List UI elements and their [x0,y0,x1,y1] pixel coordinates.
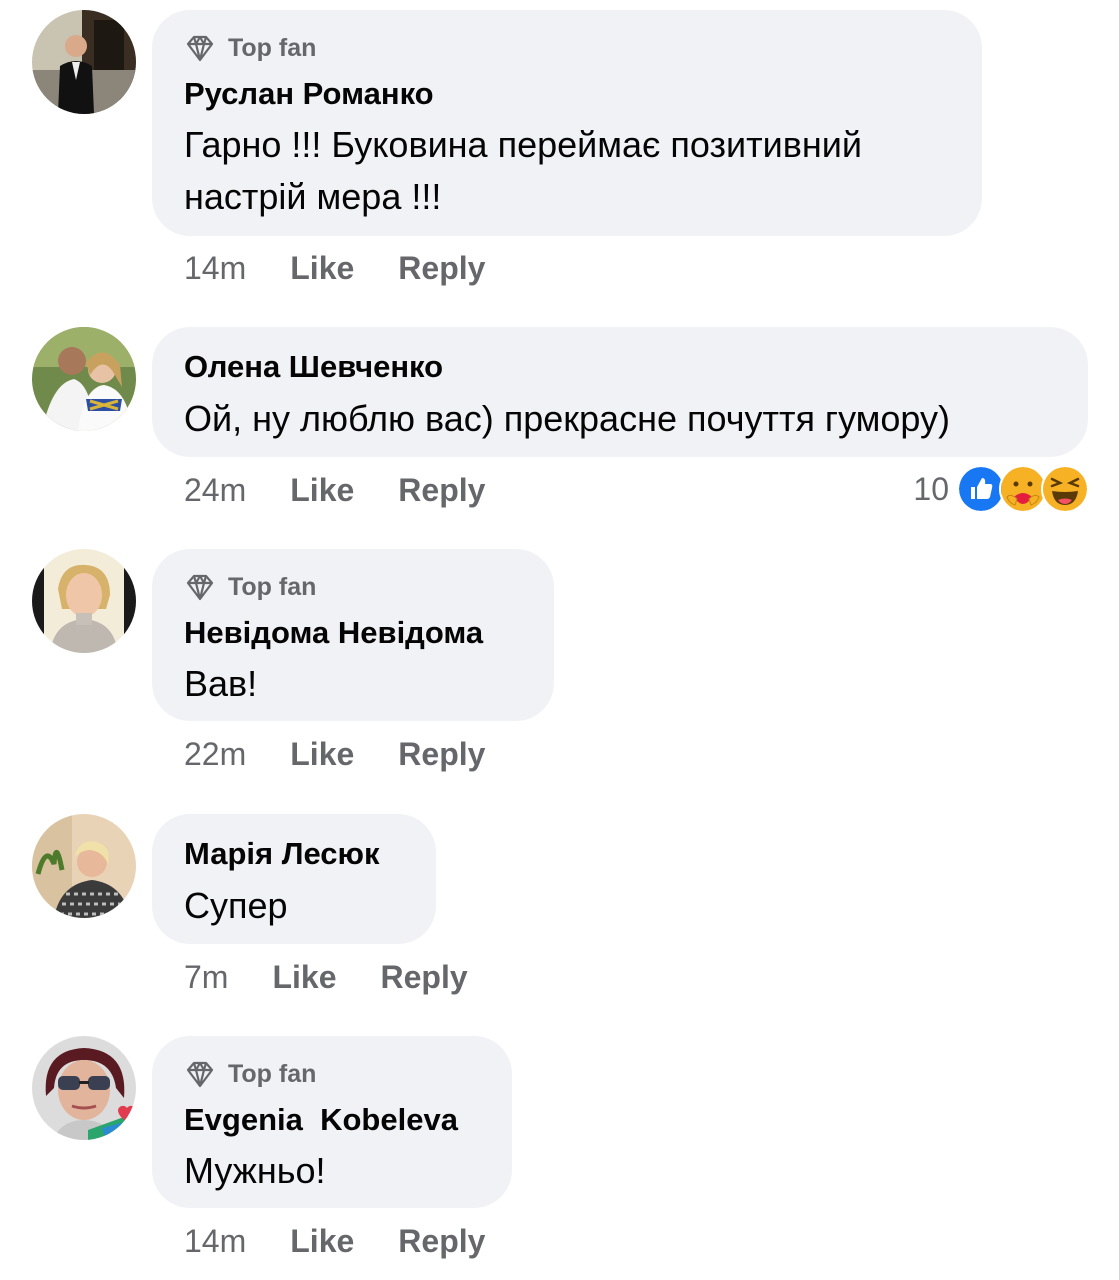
badge-label: Top fan [228,1059,317,1088]
like-button[interactable]: Like [272,959,336,996]
like-reaction-icon [957,465,1005,513]
avatar[interactable] [32,1036,136,1140]
comment-timestamp[interactable]: 7m [184,959,228,996]
commenter-name[interactable]: Невідома Невідома [184,615,483,651]
comment-actions: 22m Like Reply [184,734,485,774]
comment-bubble: Top fan Руслан Романко Гарно !!! Буковин… [152,10,982,236]
comment-actions: 7m Like Reply [184,957,468,997]
commenter-name[interactable]: Evgenia Kobeleva [184,1102,458,1138]
diamond-icon [184,571,216,603]
comment-actions: 24m Like Reply [184,470,485,510]
avatar[interactable] [32,10,136,114]
badge-label: Top fan [228,572,317,601]
avatar[interactable] [32,327,136,431]
comment-timestamp[interactable]: 24m [184,472,246,509]
reactions-summary[interactable]: 10 [913,465,1089,513]
commenter-name[interactable]: Марія Лесюк [184,836,380,872]
badge-label: Top fan [228,33,317,62]
comment-text-line: Супер [184,885,288,926]
top-fan-badge: Top fan [184,571,316,603]
comment-bubble: Марія Лесюк Супер [152,814,436,944]
diamond-icon [184,32,216,64]
comment-text-line: настрій мера !!! [184,176,442,217]
comment-actions: 14m Like Reply [184,1221,485,1261]
reply-button[interactable]: Reply [398,250,485,287]
reply-button[interactable]: Reply [398,736,485,773]
top-fan-badge: Top fan [184,32,316,64]
comment-text-line: Ой, ну люблю вас) прекрасне почуття гумо… [184,398,951,439]
comment-text-line: Гарно !!! Буковина переймає позитивний [184,124,862,165]
comment-text-line: Вав! [184,663,258,704]
commenter-name[interactable]: Руслан Романко [184,76,434,112]
diamond-icon [184,1058,216,1090]
reply-button[interactable]: Reply [398,1223,485,1260]
reply-button[interactable]: Reply [380,959,467,996]
reply-button[interactable]: Reply [398,472,485,509]
like-button[interactable]: Like [290,250,354,287]
comment-bubble: Top fan Evgenia Kobeleva Мужньо! [152,1036,512,1208]
comment-timestamp[interactable]: 22m [184,736,246,773]
avatar[interactable] [32,814,136,918]
care-reaction-icon [999,465,1047,513]
avatar[interactable] [32,549,136,653]
like-button[interactable]: Like [290,472,354,509]
comment-text-line: Мужньо! [184,1150,326,1191]
comment-bubble: Top fan Невідома Невідома Вав! [152,549,554,721]
top-fan-badge: Top fan [184,1058,316,1090]
comment-timestamp[interactable]: 14m [184,250,246,287]
commenter-name[interactable]: Олена Шевченко [184,349,443,385]
comment-actions: 14m Like Reply [184,248,485,288]
comment-bubble: Олена Шевченко Ой, ну люблю вас) прекрас… [152,327,1088,457]
haha-reaction-icon [1041,465,1089,513]
like-button[interactable]: Like [290,1223,354,1260]
like-button[interactable]: Like [290,736,354,773]
reaction-count: 10 [913,470,949,507]
comment-timestamp[interactable]: 14m [184,1223,246,1260]
